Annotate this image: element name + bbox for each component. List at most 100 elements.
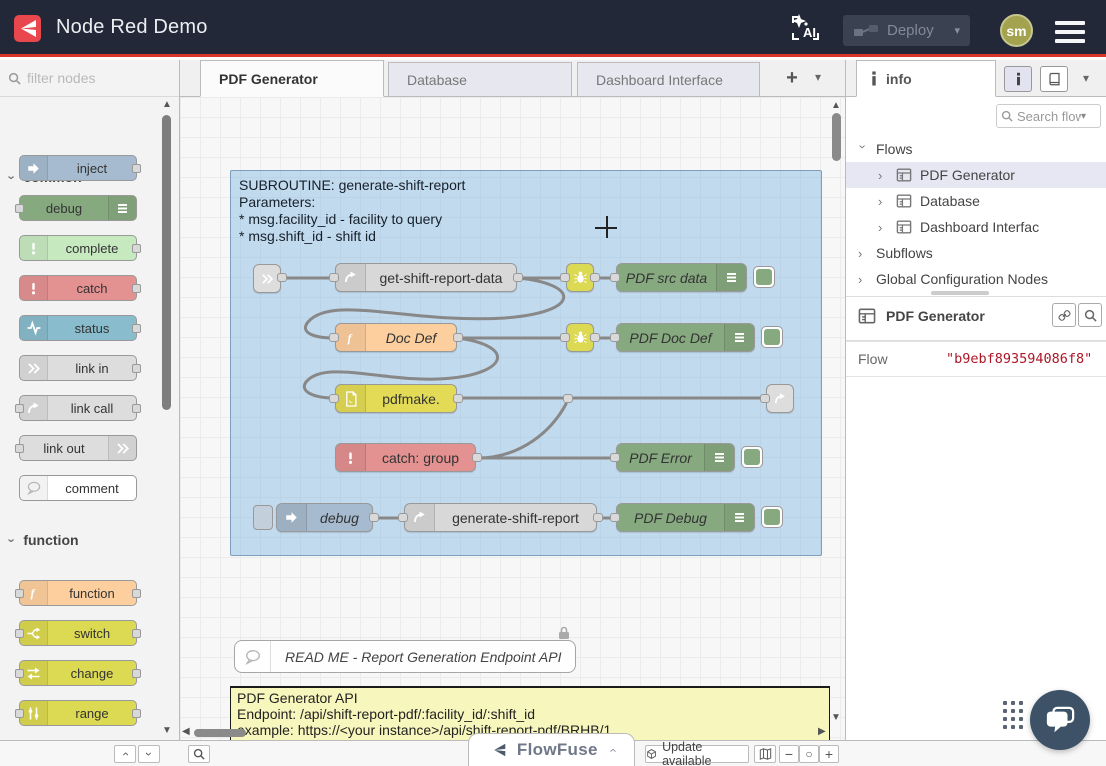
debug-toggle-button[interactable] <box>761 506 783 528</box>
output-port[interactable] <box>132 404 141 413</box>
input-port[interactable] <box>15 444 24 453</box>
navigator-map-button[interactable] <box>754 745 776 763</box>
input-port[interactable] <box>610 273 620 282</box>
node-catch-group[interactable]: catch: group <box>335 443 476 472</box>
sidebar-help-book-button[interactable] <box>1040 66 1068 92</box>
palette-node-complete[interactable]: complete <box>19 235 137 261</box>
node-doc-def[interactable]: f Doc Def <box>335 323 457 352</box>
output-port[interactable] <box>453 394 463 403</box>
node-pdf-src-data[interactable]: PDF src data <box>616 263 747 292</box>
palette-node-link-call[interactable]: link call <box>19 395 137 421</box>
input-port[interactable] <box>15 709 24 718</box>
collapse-all-button[interactable]: › <box>114 745 136 763</box>
inject-button[interactable] <box>253 505 273 530</box>
tree-item-subflows[interactable]: › Subflows <box>846 240 1106 266</box>
deploy-caret-icon[interactable]: ▾ <box>954 24 960 37</box>
zoom-reset-button[interactable]: ○ <box>799 745 819 763</box>
add-flow-button[interactable]: + <box>777 66 807 92</box>
palette-node-catch[interactable]: catch <box>19 275 137 301</box>
tab-pdf-generator[interactable]: PDF Generator <box>200 60 384 97</box>
node-pdf-doc-def[interactable]: PDF Doc Def <box>616 323 755 352</box>
input-port[interactable] <box>329 273 339 282</box>
copy-link-button[interactable] <box>1052 303 1076 327</box>
node-pdf-debug[interactable]: PDF Debug <box>616 503 755 532</box>
input-port[interactable] <box>15 204 24 213</box>
node-inject-debug[interactable]: debug <box>276 503 373 532</box>
output-port[interactable] <box>132 244 141 253</box>
palette-node-link-in[interactable]: link in <box>19 355 137 381</box>
input-port[interactable] <box>15 589 24 598</box>
palette-scrollbar[interactable] <box>162 115 171 410</box>
zoom-in-button[interactable]: + <box>819 745 839 763</box>
canvas-search-button[interactable] <box>188 745 210 763</box>
tree-horizontal-scrollbar[interactable] <box>931 291 989 295</box>
input-port[interactable] <box>15 629 24 638</box>
tree-item-dashboard-interface[interactable]: › Dashboard Interfac <box>846 214 1106 240</box>
output-port[interactable] <box>132 284 141 293</box>
input-port[interactable] <box>610 513 620 522</box>
tree-item-pdf-generator[interactable]: › PDF Generator <box>846 162 1106 188</box>
palette-search[interactable] <box>0 60 180 97</box>
node-pdf-error[interactable]: PDF Error <box>616 443 735 472</box>
debug-toggle-button[interactable] <box>761 326 783 348</box>
tree-item-flows[interactable]: › Flows <box>846 136 1106 162</box>
output-port[interactable] <box>132 164 141 173</box>
input-port[interactable] <box>398 513 408 522</box>
output-port[interactable] <box>277 273 287 282</box>
palette-node-status[interactable]: status <box>19 315 137 341</box>
ai-assistant-button[interactable]: AI <box>789 11 822 45</box>
input-port[interactable] <box>15 669 24 678</box>
output-port[interactable] <box>513 273 523 282</box>
palette-node-comment[interactable]: comment <box>19 475 137 501</box>
output-port[interactable] <box>132 364 141 373</box>
tree-item-database[interactable]: › Database <box>846 188 1106 214</box>
expand-all-button[interactable]: › <box>138 745 160 763</box>
search-in-flow-button[interactable] <box>1078 303 1102 327</box>
palette-node-range[interactable]: range <box>19 700 137 726</box>
node-link-out[interactable] <box>766 384 794 413</box>
palette-node-function[interactable]: f function <box>19 580 137 606</box>
input-port[interactable] <box>760 394 770 403</box>
output-port[interactable] <box>132 324 141 333</box>
flowfuse-panel-button[interactable]: FlowFuse › <box>468 733 635 766</box>
output-port[interactable] <box>132 589 141 598</box>
output-port[interactable] <box>593 513 603 522</box>
input-port[interactable] <box>610 453 620 462</box>
palette-category-function[interactable]: › function <box>10 532 79 548</box>
debug-toggle-button[interactable] <box>741 446 763 468</box>
junction-node[interactable] <box>563 394 573 403</box>
output-port[interactable] <box>590 273 600 282</box>
output-port[interactable] <box>453 333 463 342</box>
sidebar-menu-caret-icon[interactable]: ▾ <box>1083 71 1089 85</box>
node-generate-shift-report[interactable]: generate-shift-report <box>404 503 597 532</box>
tab-database[interactable]: Database <box>388 62 572 96</box>
palette-node-change[interactable]: change <box>19 660 137 686</box>
update-available-button[interactable]: Update available <box>645 745 749 763</box>
input-port[interactable] <box>610 333 620 342</box>
palette-scroll-up-icon[interactable]: ▲ <box>162 100 172 110</box>
palette-node-debug[interactable]: debug <box>19 195 137 221</box>
input-port[interactable] <box>15 404 24 413</box>
output-port[interactable] <box>132 669 141 678</box>
input-port[interactable] <box>560 333 570 342</box>
widget-drag-handle[interactable] <box>1003 701 1023 729</box>
output-port[interactable] <box>590 333 600 342</box>
sidebar-search[interactable]: ▾ <box>996 104 1101 128</box>
palette-scroll-down-icon[interactable]: ▼ <box>162 726 172 736</box>
deploy-button[interactable]: Deploy ▾ <box>843 15 970 46</box>
palette-node-switch[interactable]: switch <box>19 620 137 646</box>
flow-canvas[interactable]: SUBROUTINE: generate-shift-report Parame… <box>180 97 845 740</box>
output-port[interactable] <box>132 709 141 718</box>
tab-list-caret-icon[interactable]: ▾ <box>815 70 821 84</box>
palette-node-inject[interactable]: inject <box>19 155 137 181</box>
comment-node-readme[interactable]: READ ME - Report Generation Endpoint API <box>234 640 576 673</box>
search-caret-icon[interactable]: ▾ <box>1081 111 1086 122</box>
main-menu-button[interactable] <box>1055 21 1085 43</box>
palette-filter-input[interactable] <box>27 70 157 86</box>
sidebar-tab-info[interactable]: info <box>856 60 996 97</box>
input-port[interactable] <box>329 333 339 342</box>
output-port[interactable] <box>132 629 141 638</box>
output-port[interactable] <box>472 453 482 462</box>
node-get-shift-report-data[interactable]: get-shift-report-data <box>335 263 517 292</box>
tree-item-global-config[interactable]: › Global Configuration Nodes <box>846 266 1106 292</box>
